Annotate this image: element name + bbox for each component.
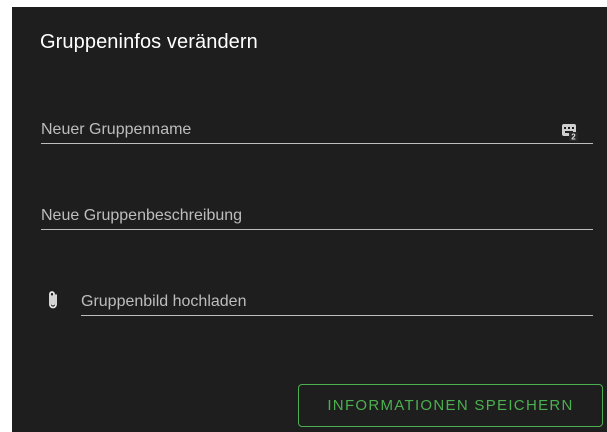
- group-image-upload-input[interactable]: [81, 290, 593, 314]
- dialog-title: Gruppeninfos verändern: [40, 31, 258, 53]
- save-information-button[interactable]: INFORMATIONEN SPEICHERN: [298, 384, 603, 427]
- paperclip-icon[interactable]: [45, 289, 61, 311]
- group-name-input[interactable]: [41, 118, 551, 142]
- group-description-field[interactable]: [41, 204, 593, 230]
- group-name-field[interactable]: [41, 118, 593, 144]
- group-description-input[interactable]: [41, 204, 593, 228]
- group-image-upload-field[interactable]: [81, 290, 593, 316]
- keyboard-badge-icon[interactable]: 2: [562, 123, 578, 141]
- edit-group-info-dialog: Gruppeninfos verändern 2 INFORMATIONEN S…: [12, 7, 607, 432]
- keyboard-badge-count: 2: [571, 133, 576, 142]
